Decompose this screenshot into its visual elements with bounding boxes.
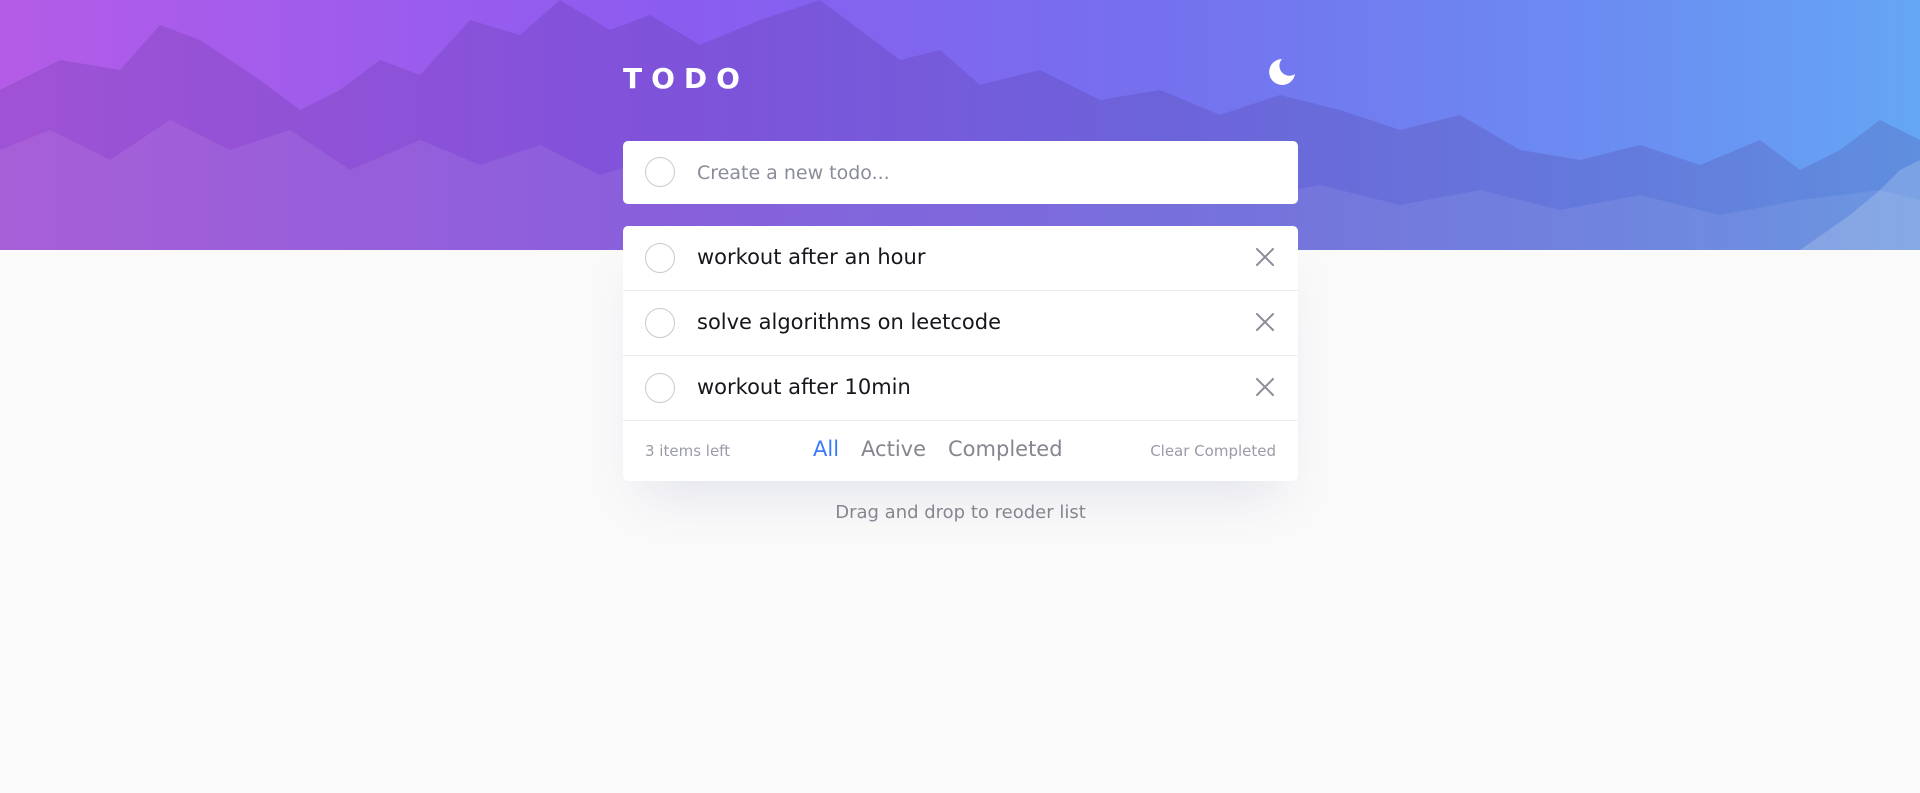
header-background [0,0,1920,250]
filter-all[interactable]: All [813,437,839,461]
todo-checkbox[interactable] [645,373,675,403]
filter-tabs: All Active Completed [813,437,1063,461]
list-footer: 3 items left All Active Completed Clear … [623,421,1298,481]
new-todo-checkbox[interactable] [645,157,675,187]
filter-active[interactable]: Active [861,437,926,461]
todo-list: workout after an hour solve algorithms o… [623,226,1298,481]
moon-icon[interactable] [1266,56,1298,88]
todo-checkbox[interactable] [645,243,675,273]
header: TODO [623,56,1298,96]
new-todo-bar [623,141,1298,204]
items-left-count: 3 items left [645,442,731,460]
todo-checkbox[interactable] [645,308,675,338]
clear-completed-button[interactable]: Clear Completed [1150,442,1276,460]
filter-completed[interactable]: Completed [948,437,1063,461]
close-icon[interactable] [1254,246,1276,268]
todo-text: workout after 10min [697,375,911,399]
mountains-image [0,0,1920,250]
list-item[interactable]: workout after 10min [623,356,1298,421]
new-todo-input[interactable] [697,141,1277,204]
todo-text: solve algorithms on leetcode [697,310,1001,334]
todo-text: workout after an hour [697,245,926,269]
list-item[interactable]: solve algorithms on leetcode [623,291,1298,356]
drag-hint: Drag and drop to reoder list [835,502,1086,523]
close-icon[interactable] [1254,376,1276,398]
list-item[interactable]: workout after an hour [623,226,1298,291]
app-title: TODO [623,62,749,95]
close-icon[interactable] [1254,311,1276,333]
